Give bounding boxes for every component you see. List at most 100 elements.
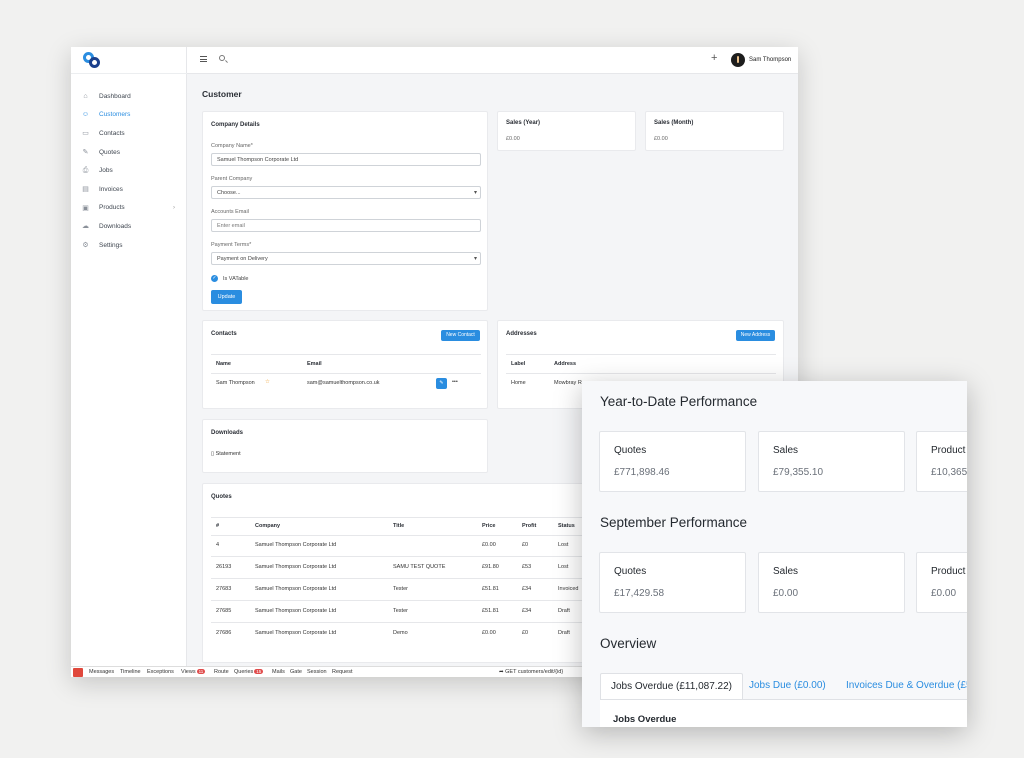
sales-year-card: Sales (Year) £0.00 — [497, 111, 636, 151]
kpi-name: Quotes — [614, 566, 647, 577]
debug-tab-messages[interactable]: Messages — [89, 669, 114, 675]
quote-status: Draft — [558, 608, 570, 614]
plus-icon[interactable]: + — [711, 52, 717, 64]
card-title: Quotes — [211, 494, 232, 500]
share-icon: ➦ — [499, 669, 504, 675]
document-icon: ▤ — [82, 186, 89, 194]
quote-profit: £34 — [522, 608, 532, 614]
quote-number: 27686 — [216, 630, 232, 636]
sidebar-item-settings[interactable]: ⚙ Settings — [71, 236, 187, 255]
new-address-button[interactable]: New Address — [736, 330, 775, 341]
debug-tab-queries[interactable]: Queries 15 — [234, 669, 264, 675]
kpi-name: Quotes — [614, 445, 647, 456]
accounts-email-input[interactable]: Enter email — [211, 219, 481, 232]
quote-status: Invoiced — [558, 586, 579, 592]
quote-title: Tester — [393, 586, 408, 592]
company-details-card: Company Details Company Name* Samuel Tho… — [202, 111, 488, 311]
quote-company: Samuel Thompson Corporate Ltd — [255, 630, 337, 636]
overview-title: Overview — [600, 636, 657, 651]
kpi-card-quotes: Quotes £17,429.58 — [599, 552, 746, 613]
app-logo[interactable] — [82, 51, 102, 69]
sidebar-item-jobs[interactable]: ⎙ Jobs — [71, 161, 187, 180]
edit-icon[interactable]: ✎ — [436, 378, 447, 389]
company-name-input[interactable]: Samuel Thompson Corporate Ltd — [211, 153, 481, 166]
quote-price: £91.80 — [482, 564, 499, 570]
payment-terms-label: Payment Terms* — [211, 242, 252, 248]
kpi-name: Sales — [773, 445, 799, 456]
logo-bar — [71, 47, 187, 74]
sidebar-item-products[interactable]: ▣ Products › — [71, 199, 187, 218]
star-icon[interactable]: ☆ — [265, 379, 270, 385]
tab-jobs-overdue[interactable]: Jobs Overdue (£11,087.22) — [600, 673, 744, 699]
sidebar-item-downloads[interactable]: ☁ Downloads — [71, 217, 187, 236]
debug-tab-request[interactable]: Request — [332, 669, 353, 675]
user-icon: ☺ — [81, 111, 90, 119]
vatable-checkbox[interactable]: ✓ — [211, 275, 218, 282]
debug-tab-session[interactable]: Session — [307, 669, 327, 675]
debug-tab-timeline[interactable]: Timeline — [120, 669, 141, 675]
vatable-label: Is VATable — [223, 276, 249, 282]
debugbar-logo[interactable] — [73, 668, 83, 677]
page-title: Customer — [202, 89, 242, 99]
sidebar-item-customers[interactable]: ☺ Customers — [71, 106, 187, 125]
quote-price: £51.81 — [482, 586, 499, 592]
update-button[interactable]: Update — [211, 290, 242, 304]
kpi-value: £771,898.46 — [614, 467, 670, 478]
downloads-card: Downloads ▯ Statement — [202, 419, 488, 473]
debug-tab-route[interactable]: Route — [214, 669, 229, 675]
request-path[interactable]: ➦ GET customers/edit/{id} — [499, 669, 563, 675]
debug-tab-gate[interactable]: Gate — [290, 669, 302, 675]
parent-company-value: Choose... — [217, 190, 241, 196]
sidebar-item-invoices[interactable]: ▤ Invoices — [71, 180, 187, 199]
sidebar-item-contacts[interactable]: ▭ Contacts — [71, 124, 187, 143]
debug-tab-mails[interactable]: Mails — [272, 669, 285, 675]
sidebar-item-label: Invoices — [99, 185, 123, 193]
contact-name: Sam Thompson — [216, 380, 255, 386]
quote-number: 26193 — [216, 564, 232, 570]
kpi-name: Product — [931, 445, 966, 456]
column-header: Profit — [522, 523, 537, 529]
sidebar-item-label: Downloads — [99, 222, 132, 230]
avatar[interactable] — [731, 53, 745, 67]
tab-jobs-due[interactable]: Jobs Due (£0.00) — [739, 673, 836, 699]
top-bar: + Sam Thompson — [187, 47, 798, 74]
payment-terms-select[interactable]: Payment on Delivery — [211, 252, 481, 265]
quote-price: £0.00 — [482, 542, 496, 548]
quote-company: Samuel Thompson Corporate Ltd — [255, 586, 337, 592]
statement-link[interactable]: ▯ Statement — [211, 451, 241, 457]
more-icon[interactable]: ••• — [452, 379, 458, 385]
contacts-icon: ▭ — [82, 130, 89, 138]
quote-company: Samuel Thompson Corporate Ltd — [255, 564, 337, 570]
kpi-value: £10,365. — [931, 467, 967, 478]
sidebar-item-label: Contacts — [99, 129, 125, 137]
month-performance-title: September Performance — [600, 515, 748, 530]
sidebar-item-dashboard[interactable]: ⌂ Dashboard — [71, 87, 187, 106]
contact-email-link[interactable]: sam@samuelthompson.co.uk — [307, 380, 380, 386]
sales-year-value: £0.00 — [506, 136, 520, 142]
user-name[interactable]: Sam Thompson — [749, 57, 791, 63]
sidebar-item-label: Products — [99, 204, 125, 212]
new-contact-button[interactable]: New Contact — [441, 330, 480, 341]
sidebar-item-quotes[interactable]: ✎ Quotes — [71, 143, 187, 162]
company-name-label: Company Name* — [211, 143, 253, 149]
debug-tab-views[interactable]: Views 11 — [181, 669, 206, 675]
parent-company-label: Parent Company — [211, 176, 253, 182]
debug-tab-exceptions[interactable]: Exceptions — [147, 669, 174, 675]
card-title: Downloads — [211, 430, 244, 436]
kpi-card-product: Product £0.00 — [916, 552, 967, 613]
statement-link-label: Statement — [215, 451, 241, 457]
quote-price: £0.00 — [482, 630, 496, 636]
menu-icon[interactable] — [200, 56, 207, 62]
sidebar-item-label: Dashboard — [99, 92, 131, 100]
column-header: Title — [393, 523, 405, 529]
search-icon[interactable] — [219, 55, 225, 61]
kpi-value: £79,355.10 — [773, 467, 824, 478]
home-icon: ⌂ — [83, 92, 88, 100]
kpi-name: Product — [931, 566, 966, 577]
quote-number: 27683 — [216, 586, 232, 592]
quote-company: Samuel Thompson Corporate Ltd — [255, 608, 337, 614]
quote-status: Lost — [558, 564, 569, 570]
debug-tab-label: Views — [181, 669, 196, 675]
parent-company-select[interactable]: Choose... — [211, 186, 481, 199]
tab-invoices-due[interactable]: Invoices Due & Overdue (£5 — [836, 673, 967, 699]
